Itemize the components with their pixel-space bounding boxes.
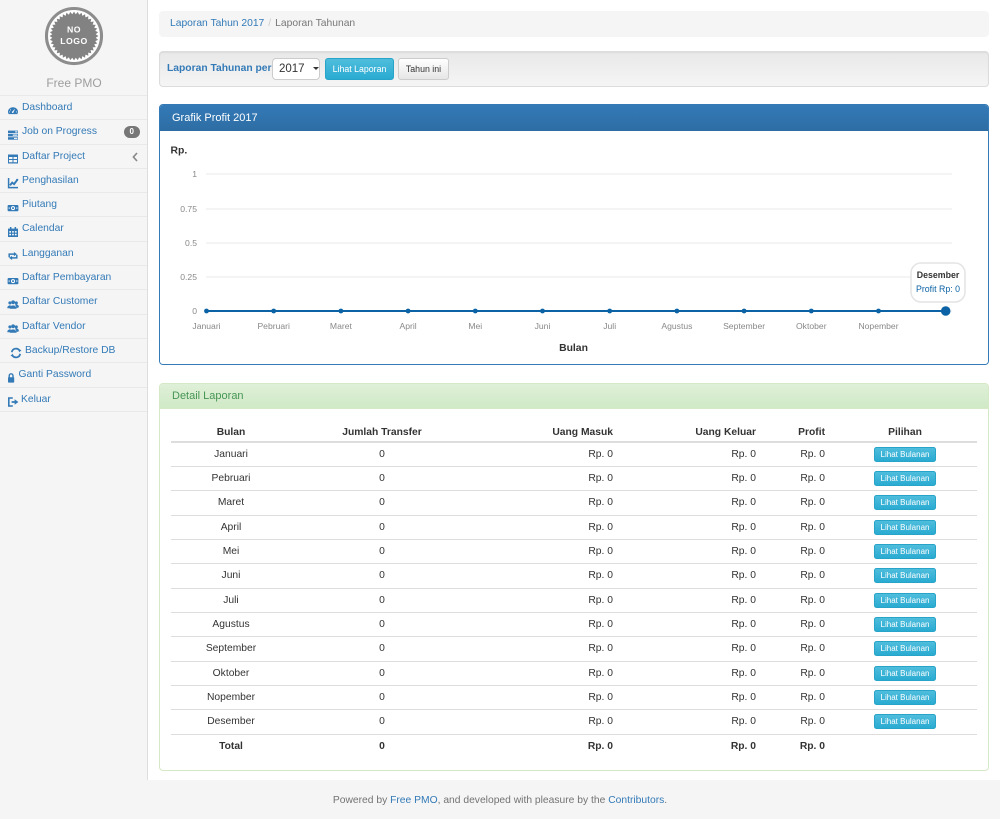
svg-text:Nopember: Nopember [858, 321, 898, 331]
svg-text:April: April [399, 321, 416, 331]
svg-text:September: September [723, 321, 765, 331]
svg-text:Pebruari: Pebruari [257, 321, 290, 331]
svg-text:0.5: 0.5 [185, 238, 197, 248]
svg-text:NO: NO [67, 25, 81, 35]
svg-text:Agustus: Agustus [661, 321, 692, 331]
svg-text:0.25: 0.25 [180, 272, 197, 282]
svg-text:Mei: Mei [468, 321, 482, 331]
svg-text:Oktober: Oktober [796, 321, 827, 331]
svg-text:Januari: Januari [192, 321, 220, 331]
svg-text:0.75: 0.75 [180, 204, 197, 214]
svg-text:0: 0 [192, 306, 197, 316]
svg-text:Juli: Juli [603, 321, 616, 331]
svg-text:Bulan: Bulan [559, 343, 588, 354]
svg-text:Juni: Juni [535, 321, 551, 331]
svg-text:Desember: Desember [917, 270, 960, 280]
svg-text:Rp.: Rp. [171, 146, 188, 157]
svg-text:LOGO: LOGO [60, 36, 88, 46]
svg-text:Maret: Maret [330, 321, 353, 331]
svg-text:1: 1 [192, 169, 197, 179]
svg-text:Profit Rp: 0: Profit Rp: 0 [916, 284, 960, 294]
